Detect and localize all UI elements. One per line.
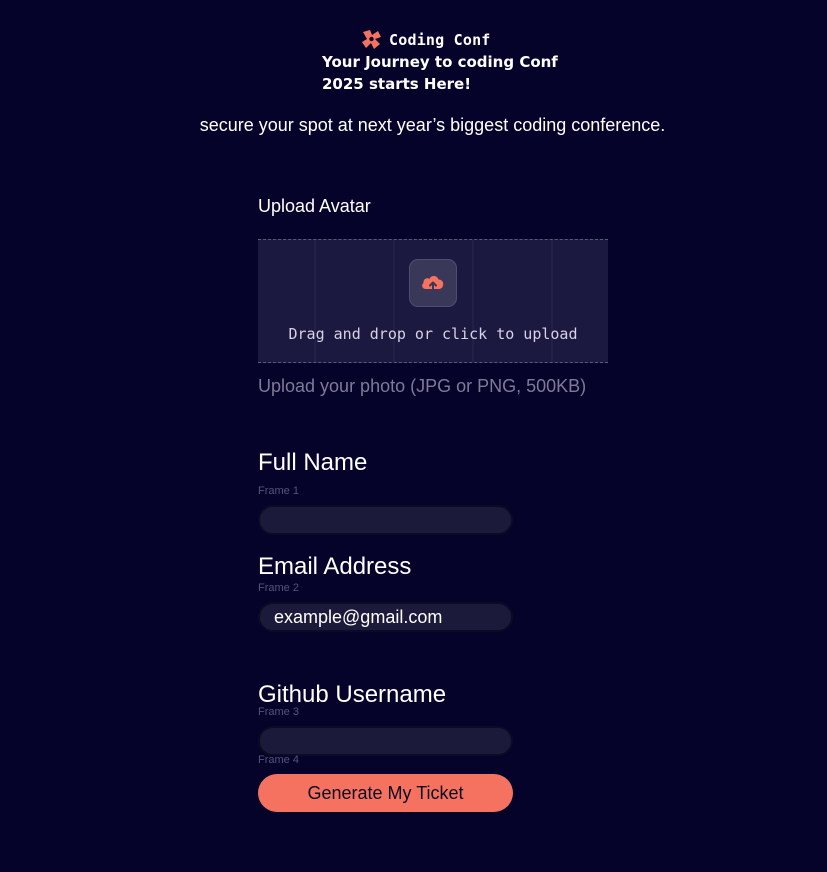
frame-1-label: Frame 1 bbox=[258, 485, 299, 497]
github-username-input[interactable] bbox=[258, 726, 513, 756]
cloud-upload-icon bbox=[422, 276, 444, 293]
headline-line-1: Your Journey to coding Conf bbox=[322, 53, 558, 71]
page-headline: Your Journey to coding Conf 2025 starts … bbox=[322, 51, 562, 95]
frame-4-label: Frame 4 bbox=[258, 754, 299, 766]
full-name-input[interactable] bbox=[258, 505, 513, 535]
dropzone-stripe bbox=[551, 240, 553, 362]
headline-line-2: 2025 starts Here! bbox=[322, 75, 472, 93]
page-subtitle: secure your spot at next year’s biggest … bbox=[199, 115, 666, 135]
coding-conf-logo-icon bbox=[362, 30, 381, 49]
frame-2-label: Frame 2 bbox=[258, 582, 299, 594]
email-field[interactable] bbox=[258, 602, 513, 632]
generate-ticket-button[interactable]: Generate My Ticket bbox=[258, 774, 513, 812]
dropzone-stripe bbox=[393, 240, 395, 362]
upload-avatar-label: Upload Avatar bbox=[258, 196, 371, 216]
upload-icon-button[interactable] bbox=[409, 259, 457, 307]
frame-3-label: Frame 3 bbox=[258, 706, 299, 718]
brand-name: Coding Conf bbox=[389, 30, 491, 49]
upload-hint: Upload your photo (JPG or PNG, 500KB) bbox=[258, 376, 587, 396]
avatar-dropzone[interactable]: Drag and drop or click to upload bbox=[258, 239, 608, 363]
brand-logo: Coding Conf bbox=[361, 29, 491, 50]
dropzone-prompt: Drag and drop or click to upload bbox=[288, 325, 578, 343]
full-name-label: Full Name bbox=[258, 449, 368, 476]
dropzone-stripe bbox=[472, 240, 474, 362]
github-username-label: Github Username bbox=[258, 681, 447, 708]
email-address-label: Email Address bbox=[258, 553, 412, 580]
ticket-form-page: Coding Conf Your Journey to coding Conf … bbox=[0, 0, 827, 872]
dropzone-stripe bbox=[314, 240, 316, 362]
